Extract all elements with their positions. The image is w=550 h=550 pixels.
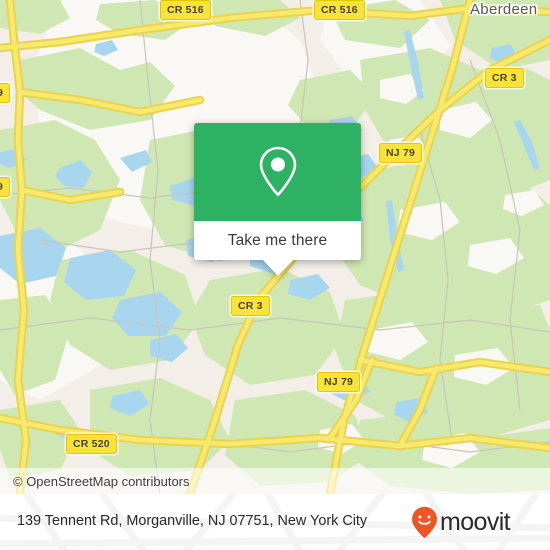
road-shield: 9 bbox=[0, 83, 11, 103]
map-pin-icon bbox=[259, 146, 296, 197]
popup-pointer-tail bbox=[262, 259, 294, 276]
moovit-pin-icon bbox=[412, 506, 437, 538]
map-canvas[interactable]: Aberdeen CR 516 CR 516 CR 3 NJ 79 CR 3 NJ 79 C… bbox=[0, 0, 550, 494]
attribution-text[interactable]: © OpenStreetMap contributors bbox=[13, 474, 190, 489]
footer-content: 139 Tennent Rd, Morganville, NJ 07751, N… bbox=[0, 494, 550, 550]
footer-bar: 139 Tennent Rd, Morganville, NJ 07751, N… bbox=[0, 494, 550, 550]
moovit-wordmark: moovit bbox=[440, 508, 511, 536]
svg-text:moovit: moovit bbox=[440, 508, 511, 536]
location-popup-card[interactable]: Take me there bbox=[194, 123, 361, 276]
road-shield: 9 bbox=[0, 177, 11, 197]
app-root: Aberdeen CR 516 CR 516 CR 3 NJ 79 CR 3 NJ 79 C… bbox=[0, 0, 550, 550]
road-shield: CR 516 bbox=[160, 0, 211, 20]
address-text: 139 Tennent Rd, Morganville, NJ 07751, N… bbox=[17, 513, 368, 530]
place-label: Aberdeen bbox=[470, 1, 538, 18]
take-me-there-label: Take me there bbox=[227, 231, 328, 249]
road-shield: CR 520 bbox=[66, 434, 117, 454]
road-shield: NJ 79 bbox=[379, 143, 423, 163]
moovit-logo[interactable]: moovit bbox=[411, 506, 538, 539]
map-attribution-bar: © OpenStreetMap contributors bbox=[0, 468, 550, 494]
road-shield: CR 3 bbox=[485, 68, 524, 88]
popup-cta-bar[interactable]: Take me there bbox=[194, 221, 361, 260]
popup-icon-panel bbox=[194, 123, 361, 221]
road-shield: NJ 79 bbox=[317, 372, 361, 392]
road-shield: CR 3 bbox=[231, 296, 270, 316]
road-shield: CR 516 bbox=[314, 0, 365, 20]
